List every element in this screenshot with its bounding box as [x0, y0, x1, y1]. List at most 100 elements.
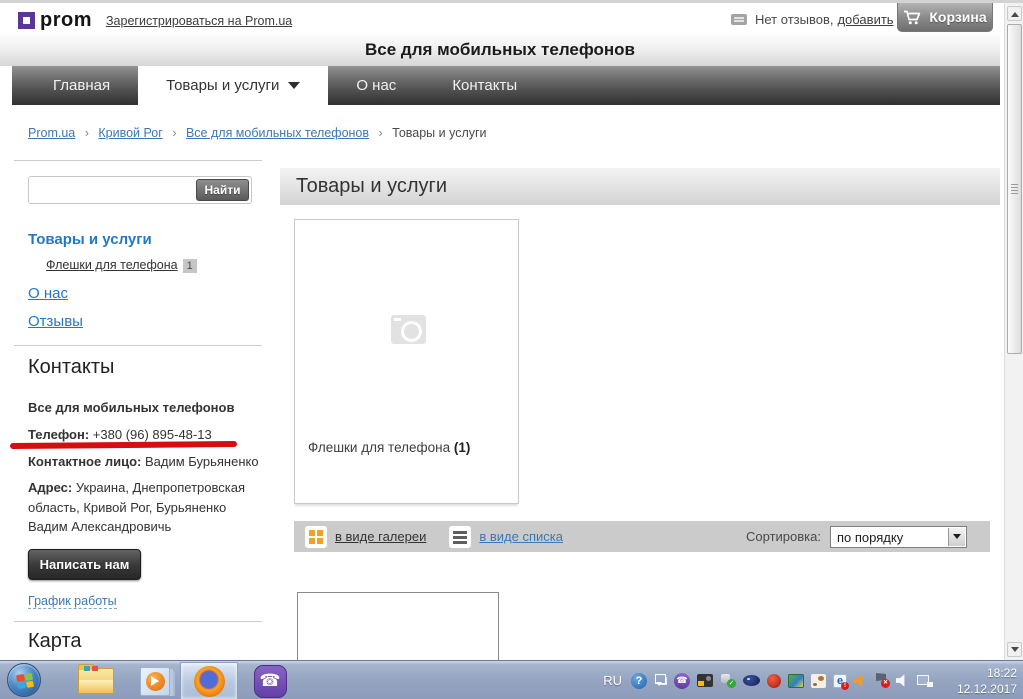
taskbar-firefox-button[interactable] [180, 662, 238, 699]
taskbar-clock[interactable]: 18:22 12.12.2017 [939, 665, 1017, 697]
schedule-link[interactable]: График работы [28, 594, 117, 609]
folder-icon [78, 664, 114, 694]
add-review-link[interactable]: добавить [837, 12, 893, 27]
start-button[interactable] [7, 663, 41, 697]
phone-underline-annotation [9, 441, 238, 449]
help-tray-icon[interactable]: ? [631, 672, 647, 689]
main-heading-band: Товары и услуги [280, 168, 1000, 205]
scrollbar-down-button[interactable] [1007, 642, 1022, 657]
photos-tray-icon[interactable] [788, 673, 804, 688]
register-link[interactable]: Зарегистрироваться на Prom.ua [106, 14, 292, 28]
cart-label: Корзина [929, 9, 987, 25]
network-tray-icon[interactable] [917, 674, 933, 688]
gallery-view-icon[interactable] [305, 525, 327, 548]
sidebar-item-reviews[interactable]: Отзывы [28, 313, 83, 330]
nav-tab-products[interactable]: Товары и услуги [138, 66, 329, 105]
nav-tab-about[interactable]: О нас [328, 66, 424, 105]
antivirus-tray-icon[interactable] [743, 675, 760, 686]
taskbar-viber-button[interactable]: ☎ [252, 663, 288, 699]
camera-tray-icon[interactable] [697, 674, 713, 687]
grid-icon [309, 529, 315, 536]
firefox-icon [193, 665, 225, 697]
scrollbar-up-button[interactable] [1007, 6, 1022, 21]
contact-person-label: Контактное лицо: [28, 454, 142, 469]
category-card[interactable]: Флешки для телефона (1) [294, 219, 519, 504]
nav-tab-label: О нас [356, 77, 397, 94]
page-scrollbar[interactable] [1004, 3, 1023, 660]
sort-dropdown[interactable]: по порядку [830, 525, 967, 548]
arrow-up-icon [1010, 8, 1019, 17]
viber-icon: ☎ [253, 664, 287, 698]
sort-selected-value: по порядку [837, 529, 904, 545]
taskbar-explorer-button[interactable] [75, 663, 117, 699]
scrollbar-grip [1011, 184, 1018, 194]
sort-dropdown-button[interactable] [948, 527, 965, 546]
reviews-box: Нет отзывов, добавить [731, 12, 894, 27]
download-manager-tray-icon[interactable] [767, 673, 781, 688]
company-title: Все для мобильных телефонов [365, 39, 635, 59]
show-hidden-icons[interactable] [654, 673, 667, 689]
breadcrumb-current: Товары и услуги [392, 126, 487, 140]
language-indicator[interactable]: RU [603, 673, 622, 688]
e-alert-tray-icon[interactable]: e [833, 673, 849, 690]
product-card-partial[interactable] [297, 592, 499, 660]
company-title-banner: Все для мобильных телефонов [0, 33, 1000, 66]
gallery-view-link[interactable]: в виде галереи [335, 529, 426, 544]
camera-placeholder-icon [391, 315, 426, 344]
list-view-link[interactable]: в виде списка [479, 529, 563, 544]
breadcrumb-link-promua[interactable]: Prom.ua [28, 126, 75, 140]
scrollbar-thumb[interactable] [1007, 24, 1022, 354]
volume-tray-icon[interactable] [896, 674, 905, 687]
nav-tab-label: Контакты [452, 77, 518, 94]
category-card-title: Флешки для телефона [308, 440, 451, 455]
contact-company-name: Все для мобильных телефонов [28, 400, 235, 415]
volume-mixer-tray-icon[interactable] [854, 674, 863, 687]
contact-person-row: Контактное лицо: Вадим Бурьяненко [28, 452, 266, 472]
nav-tab-label: Товары и услуги [166, 77, 280, 94]
breadcrumb-link-city[interactable]: Кривой Рог [98, 126, 162, 140]
breadcrumb-link-company[interactable]: Все для мобильных телефонов [186, 126, 369, 140]
divider [14, 160, 262, 161]
chevron-down-icon [288, 82, 301, 95]
main-nav: Главная Товары и услуги О нас Контакты [12, 66, 1000, 105]
category-link[interactable]: Флешки для телефона [46, 258, 178, 272]
nav-tab-contacts[interactable]: Контакты [424, 66, 545, 105]
windows-logo-icon [16, 672, 34, 690]
divider [14, 621, 262, 622]
cart-button[interactable]: Корзина [897, 3, 993, 32]
speech-bubble-icon [731, 14, 747, 25]
action-center-flag-icon[interactable] [875, 673, 890, 688]
page-title: Товары и услуги [296, 175, 447, 197]
sidebar-search: Найти [28, 176, 252, 204]
contacts-heading: Контакты [28, 356, 115, 378]
divider [14, 345, 262, 346]
prom-logo[interactable]: prom [18, 9, 92, 32]
breadcrumb-separator: › [378, 126, 383, 140]
search-input[interactable] [33, 179, 193, 201]
page: prom Зарегистрироваться на Prom.ua Нет о… [0, 0, 1023, 699]
taskbar-media-player-button[interactable] [135, 663, 175, 699]
category-card-label: Флешки для телефона (1) [308, 440, 470, 455]
map-heading: Карта [28, 630, 82, 652]
cat-app-tray-icon[interactable] [811, 673, 826, 688]
folder-file-red [92, 666, 98, 671]
media-player-icon [140, 666, 170, 696]
breadcrumb-separator: › [172, 126, 177, 140]
nav-tab-home[interactable]: Главная [25, 66, 138, 105]
search-button[interactable]: Найти [196, 179, 249, 201]
list-view-icon[interactable] [449, 525, 472, 548]
category-count-badge: 1 [182, 259, 197, 273]
cart-icon [904, 10, 921, 24]
arrow-down-icon [1010, 646, 1019, 656]
usb-safely-remove-icon[interactable] [720, 673, 736, 688]
list-icon [453, 530, 468, 544]
clock-time: 18:22 [986, 666, 1017, 680]
sidebar-item-about[interactable]: О нас [28, 285, 68, 302]
write-us-button[interactable]: Написать нам [28, 549, 141, 580]
viber-tray-icon[interactable]: ☎ [674, 672, 690, 689]
breadcrumb: Prom.ua › Кривой Рог › Все для мобильных… [28, 126, 487, 140]
sidebar-item-products[interactable]: Товары и услуги [28, 231, 152, 248]
address-label: Адрес: [28, 480, 73, 495]
sort-label: Сортировка: [746, 529, 821, 544]
phone-value: +380 (96) 895-48-13 [92, 427, 212, 442]
